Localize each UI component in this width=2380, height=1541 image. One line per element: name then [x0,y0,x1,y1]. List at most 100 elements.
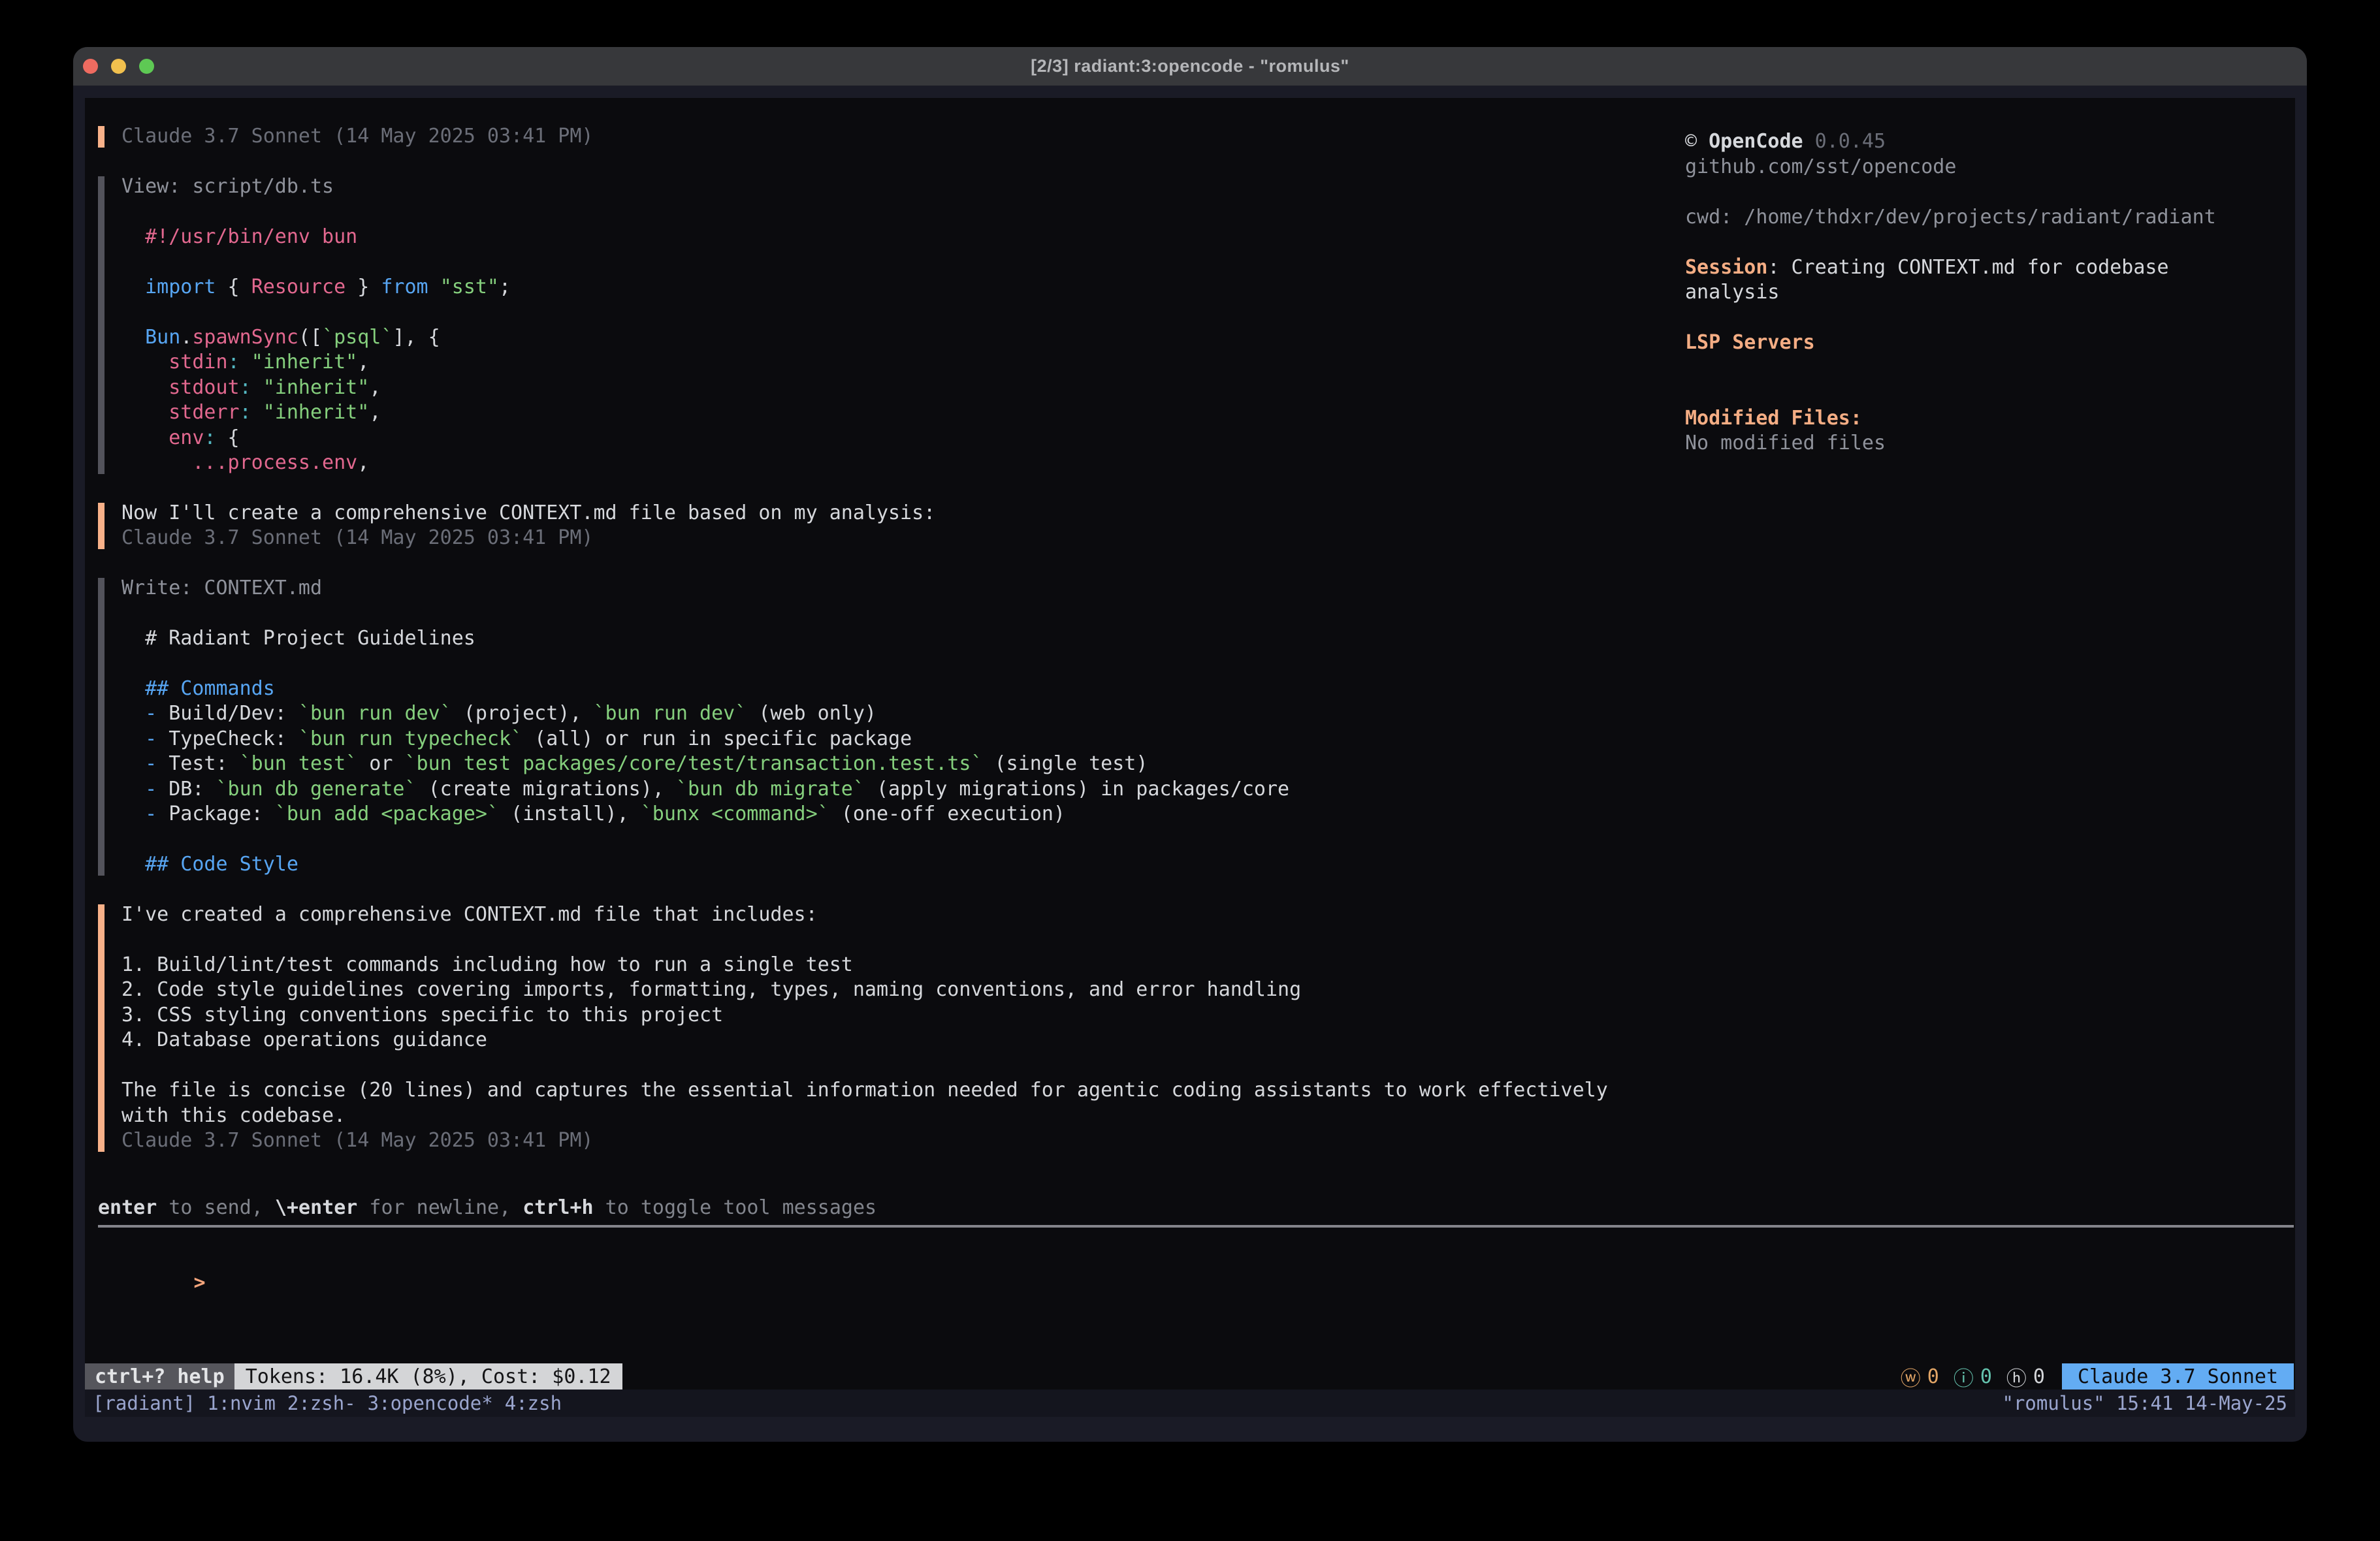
warnings-indicator-icon: ⓦ [1901,1362,1921,1391]
sidebar-line [1685,381,2286,406]
sidebar-line [1685,180,2286,205]
tmux-window-item[interactable]: 1:nvim [207,1392,276,1414]
text-segment: ...process.env [192,451,357,474]
tmux-window-item[interactable]: 3:opencode* [368,1392,493,1414]
chat-line: 4. Database operations guidance [121,1028,1659,1053]
prompt-input[interactable]: > [99,1245,2294,1271]
tmux-window-item[interactable]: 2:zsh- [287,1392,356,1414]
text-segment [121,326,145,349]
chat-line [121,927,1659,953]
window-title: [2/3] radiant:3:opencode - "romulus" [1031,56,1349,76]
help-shortcut-chip[interactable]: ctrl+? help [85,1363,234,1390]
info-indicator-count: 0 [1980,1365,1992,1388]
chat-line: ...process.env, [121,451,1659,476]
text-segment [121,752,145,775]
text-segment: View: script/db.ts [121,175,334,198]
chat-line: 2. Code style guidelines covering import… [121,977,1659,1003]
text-segment: Write: CONTEXT.md [121,577,322,599]
tmux-window-item[interactable]: 4:zsh [505,1392,562,1414]
terminal-window: [2/3] radiant:3:opencode - "romulus" Cla… [73,47,2307,1442]
chat-line: env: { [121,426,1659,451]
chat-line [121,601,1659,626]
text-segment: { [216,426,240,449]
text-segment: © [1685,130,1709,153]
block-lines: Claude 3.7 Sonnet (14 May 2025 03:41 PM) [121,124,1659,150]
text-segment: (single test) [983,752,1148,775]
text-segment: Now I'll create a comprehensive CONTEXT.… [121,501,935,524]
text-segment: ctrl+h [523,1196,593,1219]
text-segment: : [228,351,240,373]
chat-line: import { Resource } from "sst"; [121,275,1659,300]
warnings-indicator-count: 0 [1927,1365,1939,1388]
text-segment: LSP Servers [1685,331,1815,354]
chat-line [121,651,1659,676]
model-chip[interactable]: Claude 3.7 Sonnet [2062,1363,2294,1390]
text-segment [121,276,145,298]
chat-line: stderr: "inherit", [121,400,1659,426]
text-segment: ## Code Style [121,853,298,876]
traffic-lights [83,47,154,86]
text-segment: with this codebase. [121,1104,346,1127]
text-segment: : Creating CONTEXT.md for codebase [1767,256,2168,279]
chat-log: Claude 3.7 Sonnet (14 May 2025 03:41 PM)… [98,124,1659,1179]
chat-line: - Build/Dev: `bun run dev` (project), `b… [121,701,1659,727]
chat-line [121,1053,1659,1079]
chat-line: The file is concise (20 lines) and captu… [121,1078,1659,1104]
close-button[interactable] [83,59,98,74]
zoom-button[interactable] [139,59,154,74]
text-segment: 2. Code style guidelines covering import… [121,978,1301,1001]
text-segment: Claude 3.7 Sonnet (14 May 2025 03:41 PM) [121,1129,593,1152]
chat-line: Write: CONTEXT.md [121,576,1659,601]
chat-line: - DB: `bun db generate` (create migratio… [121,777,1659,802]
text-segment: enter [98,1196,157,1219]
text-segment: `bun db generate` [216,778,417,801]
tool-view-script-db: View: script/db.ts #!/usr/bin/env bun im… [98,174,1659,476]
text-segment: spawnSync [192,326,298,349]
text-segment: `psql` [322,326,393,349]
chat-line: I've created a comprehensive CONTEXT.md … [121,902,1659,928]
block-lines: Now I'll create a comprehensive CONTEXT.… [121,501,1659,551]
text-segment [121,778,145,801]
text-segment: (all) or run in specific package [523,727,912,750]
assistant-meta: Claude 3.7 Sonnet (14 May 2025 03:41 PM) [98,124,1659,150]
text-segment [121,802,145,825]
text-segment [121,351,169,373]
text-segment: 4. Database operations guidance [121,1028,487,1051]
text-segment: env [169,426,204,449]
text-segment: { [216,276,251,298]
text-segment: (project), [452,702,594,725]
chat-line: - Test: `bun test` or `bun test packages… [121,752,1659,777]
tmux-session-clock: "romulus" 15:41 14-May-25 [2002,1392,2288,1414]
text-segment: Modified Files: [1685,407,1862,430]
text-segment: "inherit" [251,351,358,373]
text-segment: import [145,276,216,298]
text-segment: `bun add <package>` [275,802,499,825]
chat-line [121,827,1659,853]
text-segment: to send, [157,1196,275,1219]
sidebar-line [1685,230,2286,255]
text-segment [121,376,169,399]
hints-indicator: ⓗ0 [2006,1362,2045,1391]
diagnostic-indicators: ⓦ0ⓘ0ⓗ0 [1901,1363,2045,1390]
window-titlebar[interactable]: [2/3] radiant:3:opencode - "romulus" [73,47,2307,86]
chat-line: - Package: `bun add <package>` (install)… [121,802,1659,827]
text-segment: analysis [1685,281,1780,304]
tmux-window-list: [radiant] 1:nvim 2:zsh- 3:opencode* 4:zsh [93,1392,562,1414]
text-segment: ([ [298,326,322,349]
minimize-button[interactable] [111,59,126,74]
assistant-summary: I've created a comprehensive CONTEXT.md … [98,902,1659,1154]
assistant-message: Now I'll create a comprehensive CONTEXT.… [98,501,1659,551]
text-segment: stdin [169,351,227,373]
text-segment: ; [499,276,511,298]
text-segment: (apply migrations) in packages/core [865,778,1289,801]
text-segment [121,702,145,725]
tokens-cost-chip: Tokens: 16.4K (8%), Cost: $0.12 [234,1363,622,1390]
tmux-session-name: [radiant] [93,1392,195,1414]
chat-line: Claude 3.7 Sonnet (14 May 2025 03:41 PM) [121,124,1659,150]
text-segment: TypeCheck: [157,727,298,750]
text-segment [428,276,440,298]
text-segment [121,401,169,424]
tool-output-bar [98,578,105,876]
text-segment: "inherit" [263,401,370,424]
text-segment: OpenCode [1709,130,1803,153]
